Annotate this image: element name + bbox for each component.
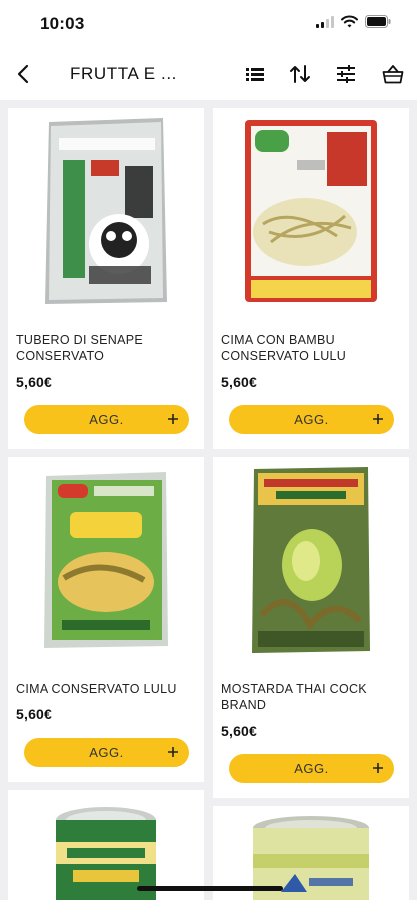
product-price: 5,60€ — [221, 374, 258, 390]
product-name: MOSTARDA THAI COCK BRAND — [221, 682, 367, 712]
plus-icon — [373, 414, 383, 424]
product-package-image — [44, 471, 168, 648]
status-bar: 10:03 — [0, 0, 417, 48]
product-image — [8, 790, 204, 900]
product-price: 5,60€ — [221, 723, 258, 739]
product-price: 5,60€ — [16, 706, 53, 722]
product-package-image — [245, 119, 377, 302]
list-view-icon — [246, 68, 264, 81]
sort-icon — [290, 65, 310, 83]
add-to-cart-button[interactable]: AGG. — [229, 405, 394, 434]
add-to-cart-button[interactable]: AGG. — [24, 738, 189, 767]
product-image — [213, 457, 409, 662]
basket-button[interactable] — [379, 60, 407, 88]
product-card[interactable]: MOSTARDA THAI COCK BRAND 5,60€ AGG. — [213, 457, 409, 798]
product-card[interactable]: CIMA CON BAMBU CONSERVATO LULU 5,60€ AGG… — [213, 108, 409, 449]
product-package-image — [252, 466, 370, 653]
battery-icon — [365, 15, 391, 28]
product-package-image — [45, 117, 167, 304]
plus-icon — [373, 763, 383, 773]
product-name: TUBERO DI SENAPE CONSERVATO — [16, 333, 144, 363]
page-title: FRUTTA E ... — [70, 64, 178, 83]
status-time: 10:03 — [40, 14, 85, 33]
product-image — [8, 108, 204, 313]
product-card[interactable]: CIMA CONSERVATO LULU 5,60€ AGG. — [8, 457, 204, 782]
filter-button[interactable] — [332, 60, 360, 88]
sort-button[interactable] — [286, 60, 314, 88]
product-name: CIMA CONSERVATO LULU — [16, 682, 177, 696]
wifi-icon — [341, 15, 358, 28]
status-icons — [316, 15, 391, 28]
list-view-button[interactable] — [241, 60, 269, 88]
product-image — [8, 457, 204, 662]
add-to-cart-button[interactable]: AGG. — [229, 754, 394, 783]
back-button[interactable] — [10, 60, 38, 88]
product-card[interactable]: TUBERO DI SENAPE CONSERVATO 5,60€ AGG. — [8, 108, 204, 449]
product-price: 5,60€ — [16, 374, 53, 390]
plus-icon — [168, 414, 178, 424]
basket-icon — [382, 65, 404, 84]
plus-icon — [168, 747, 178, 757]
signal-icon — [316, 15, 334, 28]
home-indicator — [137, 886, 283, 891]
product-name: CIMA CON BAMBU CONSERVATO LULU — [221, 333, 347, 363]
back-arrow-icon — [17, 64, 29, 84]
product-image — [213, 108, 409, 313]
navigation-bar: FRUTTA E ... — [0, 48, 417, 100]
add-to-cart-button[interactable]: AGG. — [24, 405, 189, 434]
filter-icon — [337, 65, 355, 83]
product-card[interactable] — [8, 790, 204, 900]
